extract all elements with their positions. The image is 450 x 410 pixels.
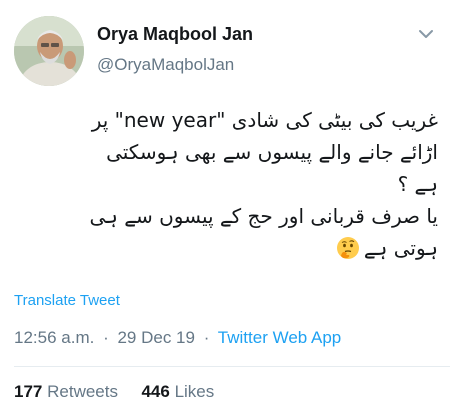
retweets-stat[interactable]: 177 Retweets xyxy=(14,382,123,401)
tweet-text: غریب کی بیٹی کی شادی "new year" پر اڑائے… xyxy=(14,104,438,264)
display-name[interactable]: Orya Maqbool Jan xyxy=(97,24,253,45)
user-handle[interactable]: @OryaMaqbolJan xyxy=(97,55,234,75)
separator-dot: · xyxy=(103,328,109,347)
tweet-text-line: غریب کی بیٹی کی شادی "new year" پر xyxy=(91,108,438,132)
likes-label: Likes xyxy=(174,382,215,401)
likes-count: 446 xyxy=(141,382,170,401)
avatar-image xyxy=(14,16,84,86)
retweets-count: 177 xyxy=(14,382,43,401)
tweet-card: Orya Maqbool Jan @OryaMaqbolJan غریب کی … xyxy=(0,0,450,410)
thinking-face-icon xyxy=(336,236,360,260)
tweet-source-link[interactable]: Twitter Web App xyxy=(218,328,341,347)
retweets-label: Retweets xyxy=(47,382,118,401)
translate-tweet-link[interactable]: Translate Tweet xyxy=(14,292,120,309)
tweet-metadata: 12:56 a.m. · 29 Dec 19 · Twitter Web App xyxy=(14,328,341,348)
likes-stat[interactable]: 446 Likes xyxy=(141,382,214,401)
tweet-text-last-line: ہوتی ہے xyxy=(14,232,438,264)
tweet-text-line: ہے ؟ xyxy=(397,172,438,196)
divider xyxy=(14,366,450,367)
avatar[interactable] xyxy=(14,16,84,86)
tweet-time[interactable]: 12:56 a.m. xyxy=(14,328,94,347)
tweet-text-line: یا صرف قربانی اور حج کے پیسوں سے ہی xyxy=(89,204,438,228)
separator-dot: · xyxy=(203,328,210,347)
tweet-text-line: ہوتی ہے xyxy=(363,236,438,260)
tweet-date[interactable]: 29 Dec 19 xyxy=(117,328,195,347)
tweet-stats: 177 Retweets 446 Likes xyxy=(14,382,214,402)
tweet-text-line: اڑائے جانے والے پیسوں سے بھی ہوسکتی xyxy=(106,140,438,164)
chevron-down-icon[interactable] xyxy=(416,24,436,44)
